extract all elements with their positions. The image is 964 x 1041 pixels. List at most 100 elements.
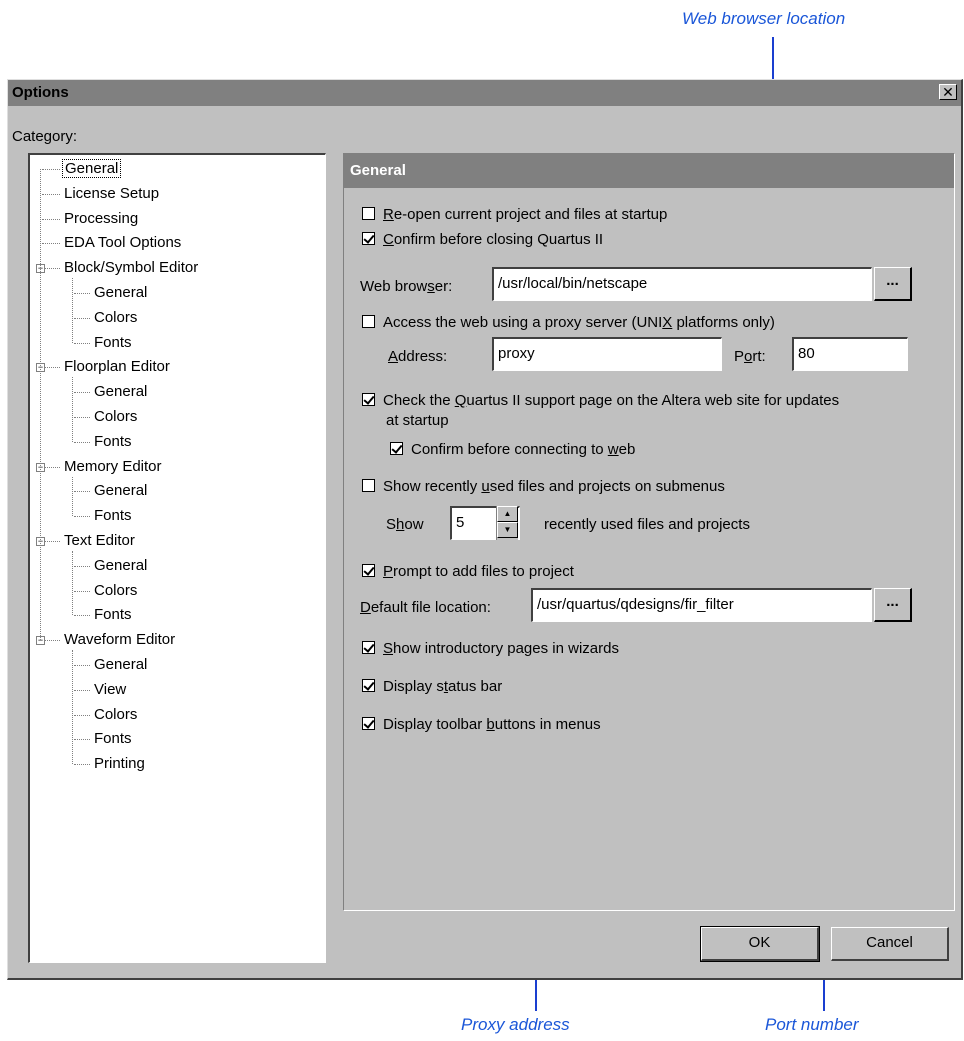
tree-item-processing[interactable]: Processing (42, 209, 140, 229)
general-panel: General Re-open current project and file… (343, 153, 955, 911)
tree-item-label: Colors (94, 705, 138, 723)
web-browser-input[interactable]: /usr/local/bin/netscape (492, 267, 872, 301)
proxy-address-input[interactable]: proxy (492, 337, 722, 371)
tree-item-license-setup[interactable]: License Setup (42, 184, 161, 204)
tree-connector (74, 615, 90, 617)
ok-button[interactable]: OK (700, 926, 820, 962)
support-page-label-line2: at startup (386, 412, 449, 429)
tree-branch-line (72, 476, 73, 517)
tree-item-general[interactable]: General (74, 481, 149, 501)
close-button[interactable]: ✕ (939, 84, 957, 100)
tree-item-fonts[interactable]: Fonts (74, 432, 134, 452)
tree-item-label: General (94, 656, 148, 673)
tree-item-eda-tool-options[interactable]: EDA Tool Options (42, 233, 183, 253)
status-bar-checkbox[interactable] (362, 679, 375, 692)
category-tree[interactable]: General License Setup Processing EDA Tool O… (28, 153, 326, 963)
tree-item-colors[interactable]: Colors (74, 581, 139, 601)
tree-connector (74, 665, 90, 666)
intro-pages-label: how introductory pages in wizards (393, 640, 619, 657)
status-bar-checkbox-row[interactable]: Display status bar (362, 678, 502, 695)
tree-item-general[interactable]: General (42, 159, 122, 179)
reopen-checkbox-row[interactable]: Re-open current project and files at sta… (362, 206, 667, 223)
confirm-close-checkbox[interactable] (362, 232, 375, 245)
confirm-web-checkbox-row[interactable]: Confirm before connecting to web (390, 441, 635, 458)
proxy-label-accel: X (662, 314, 673, 331)
toolbar-buttons-checkbox-row[interactable]: Display toolbar buttons in menus (362, 716, 601, 733)
intro-pages-checkbox[interactable] (362, 641, 375, 654)
prompt-add-checkbox[interactable] (362, 564, 375, 577)
tree-item-memory-editor[interactable]: Memory Editor (42, 457, 164, 477)
proxy-checkbox[interactable] (362, 315, 375, 328)
confirm-close-label-accel: C (383, 231, 394, 248)
confirm-close-checkbox-row[interactable]: Confirm before closing Quartus II (362, 231, 603, 248)
port-label: Port: (734, 348, 766, 365)
spin-down-icon[interactable]: ▼ (497, 522, 518, 538)
proxy-checkbox-row[interactable]: Access the web using a proxy server (UNI… (362, 314, 775, 331)
tree-item-fonts[interactable]: Fonts (74, 605, 134, 625)
recent-files-checkbox[interactable] (362, 479, 375, 492)
port-input[interactable]: 80 (792, 337, 908, 371)
tree-item-colors[interactable]: Colors (74, 705, 139, 725)
support-page-label-accel: Q (454, 392, 467, 409)
web-browser-browse-button[interactable]: ... (874, 267, 912, 301)
recent-files-checkbox-row[interactable]: Show recently used files and projects on… (362, 478, 725, 495)
tree-connector (74, 689, 90, 691)
default-location-browse-button[interactable]: ... (874, 588, 912, 622)
cancel-button[interactable]: Cancel (831, 927, 949, 961)
tree-item-label: Fonts (94, 432, 132, 450)
tree-item-waveform-editor[interactable]: Waveform Editor (42, 630, 177, 650)
intro-pages-checkbox-row[interactable]: Show introductory pages in wizards (362, 640, 619, 657)
web-browser-label-accel: s (427, 278, 435, 295)
tree-item-label: Colors (94, 308, 138, 326)
tree-item-general[interactable]: General (74, 382, 149, 402)
tree-item-general[interactable]: General (74, 655, 149, 675)
tree-connector (74, 441, 90, 443)
tree-item-label: Fonts (94, 730, 132, 748)
support-page-checkbox[interactable] (362, 393, 375, 406)
reopen-checkbox[interactable] (362, 207, 375, 220)
tree-item-general[interactable]: General (74, 283, 149, 303)
tree-item-label: General (94, 284, 148, 301)
web-browser-label: Web browser: (360, 278, 452, 295)
tree-connector (74, 764, 90, 766)
tree-connector (42, 243, 60, 245)
show-count-suffix: recently used files and projects (544, 516, 750, 533)
tree-item-view[interactable]: View (74, 680, 128, 700)
support-page-checkbox-row[interactable]: Check the Quartus II support page on the… (362, 392, 839, 409)
tree-connector (74, 342, 90, 344)
reopen-label-accel: R (383, 206, 394, 223)
confirm-web-checkbox[interactable] (390, 442, 403, 455)
panel-header: General (344, 154, 954, 188)
default-location-label-accel: D (360, 599, 371, 616)
tree-item-general[interactable]: General (74, 556, 149, 576)
tree-connector (74, 417, 90, 418)
tree-item-text-editor[interactable]: Text Editor (42, 531, 137, 551)
spin-up-icon[interactable]: ▲ (497, 506, 518, 522)
tree-item-colors[interactable]: Colors (74, 407, 139, 427)
address-label: Address: (388, 348, 447, 365)
callout-proxy-address: Proxy address (461, 1015, 570, 1034)
tree-item-floorplan-editor[interactable]: Floorplan Editor (42, 357, 172, 377)
tree-item-fonts[interactable]: Fonts (74, 506, 134, 526)
tree-item-colors[interactable]: Colors (74, 308, 139, 328)
options-dialog: Options ✕ Category: General License Setup… (7, 79, 963, 980)
web-browser-label-pre: Web brow (360, 278, 428, 295)
toolbar-buttons-label-accel: b (486, 716, 495, 733)
port-label-post: rt: (752, 348, 766, 365)
tree-connector (74, 392, 90, 394)
support-page-label: Check the (383, 392, 455, 409)
tree-branch-line (72, 650, 73, 765)
tree-item-printing[interactable]: Printing (74, 754, 147, 774)
tree-item-label: EDA Tool Options (64, 234, 182, 252)
tree-connector (42, 218, 60, 220)
prompt-add-checkbox-row[interactable]: Prompt to add files to project (362, 563, 574, 580)
toolbar-buttons-checkbox[interactable] (362, 717, 375, 730)
tree-connector (74, 714, 90, 716)
tree-item-block-symbol-editor[interactable]: Block/Symbol Editor (42, 258, 200, 278)
tree-item-fonts[interactable]: Fonts (74, 729, 134, 749)
tree-branch-line (72, 278, 73, 343)
default-location-input[interactable]: /usr/quartus/qdesigns/fir_filter (531, 588, 872, 622)
recent-count-spinner[interactable]: ▲ ▼ (496, 506, 518, 540)
tree-connector (74, 565, 90, 567)
tree-item-fonts[interactable]: Fonts (74, 333, 134, 353)
